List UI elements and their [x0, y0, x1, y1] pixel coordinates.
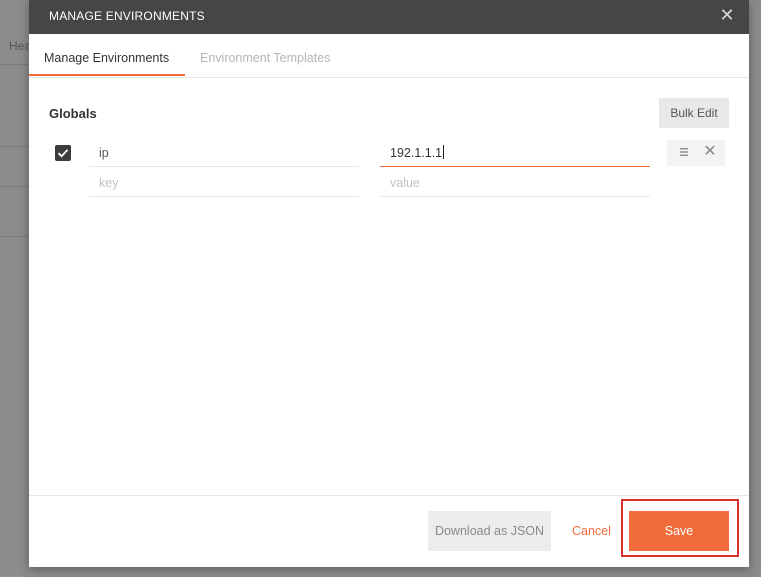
text-caret [443, 145, 445, 159]
bg-divider [0, 186, 30, 187]
bg-divider [0, 64, 30, 65]
value-field[interactable]: 192.1.1.1 [380, 139, 650, 167]
section-title-globals: Globals [49, 106, 97, 121]
key-field[interactable]: ip [89, 139, 359, 167]
key-field-value: ip [99, 146, 109, 160]
bulk-edit-button[interactable]: Bulk Edit [659, 98, 729, 128]
footer-divider [29, 495, 749, 496]
modal-header: MANAGE ENVIRONMENTS ✕ [29, 0, 749, 34]
new-value-placeholder: value [390, 176, 420, 190]
value-field-value: 192.1.1.1 [390, 146, 443, 160]
bg-header-snippet: Hea [9, 39, 32, 53]
hamburger-menu-icon[interactable] [677, 145, 691, 159]
save-button[interactable]: Save [629, 511, 729, 551]
close-icon[interactable]: ✕ [717, 6, 737, 26]
modal-title: MANAGE ENVIRONMENTS [49, 9, 205, 23]
active-tab-indicator [29, 74, 185, 76]
row-enabled-checkbox[interactable] [55, 145, 71, 161]
new-key-field[interactable]: key [89, 169, 359, 197]
cancel-button[interactable]: Cancel [572, 511, 611, 551]
checkmark-icon [57, 149, 69, 158]
tab-manage-environments[interactable]: Manage Environments [44, 51, 169, 65]
tab-environment-templates[interactable]: Environment Templates [200, 51, 330, 65]
modal-tabs: Manage Environments Environment Template… [29, 34, 749, 78]
bg-divider [0, 146, 30, 147]
download-json-button[interactable]: Download as JSON [428, 511, 551, 551]
new-value-field[interactable]: value [380, 169, 650, 197]
manage-environments-modal: MANAGE ENVIRONMENTS ✕ Manage Environment… [29, 0, 749, 567]
delete-row-icon[interactable]: ✕ [703, 144, 717, 160]
bg-divider [0, 236, 30, 237]
new-key-placeholder: key [99, 176, 119, 190]
row-actions: ✕ [667, 140, 725, 166]
